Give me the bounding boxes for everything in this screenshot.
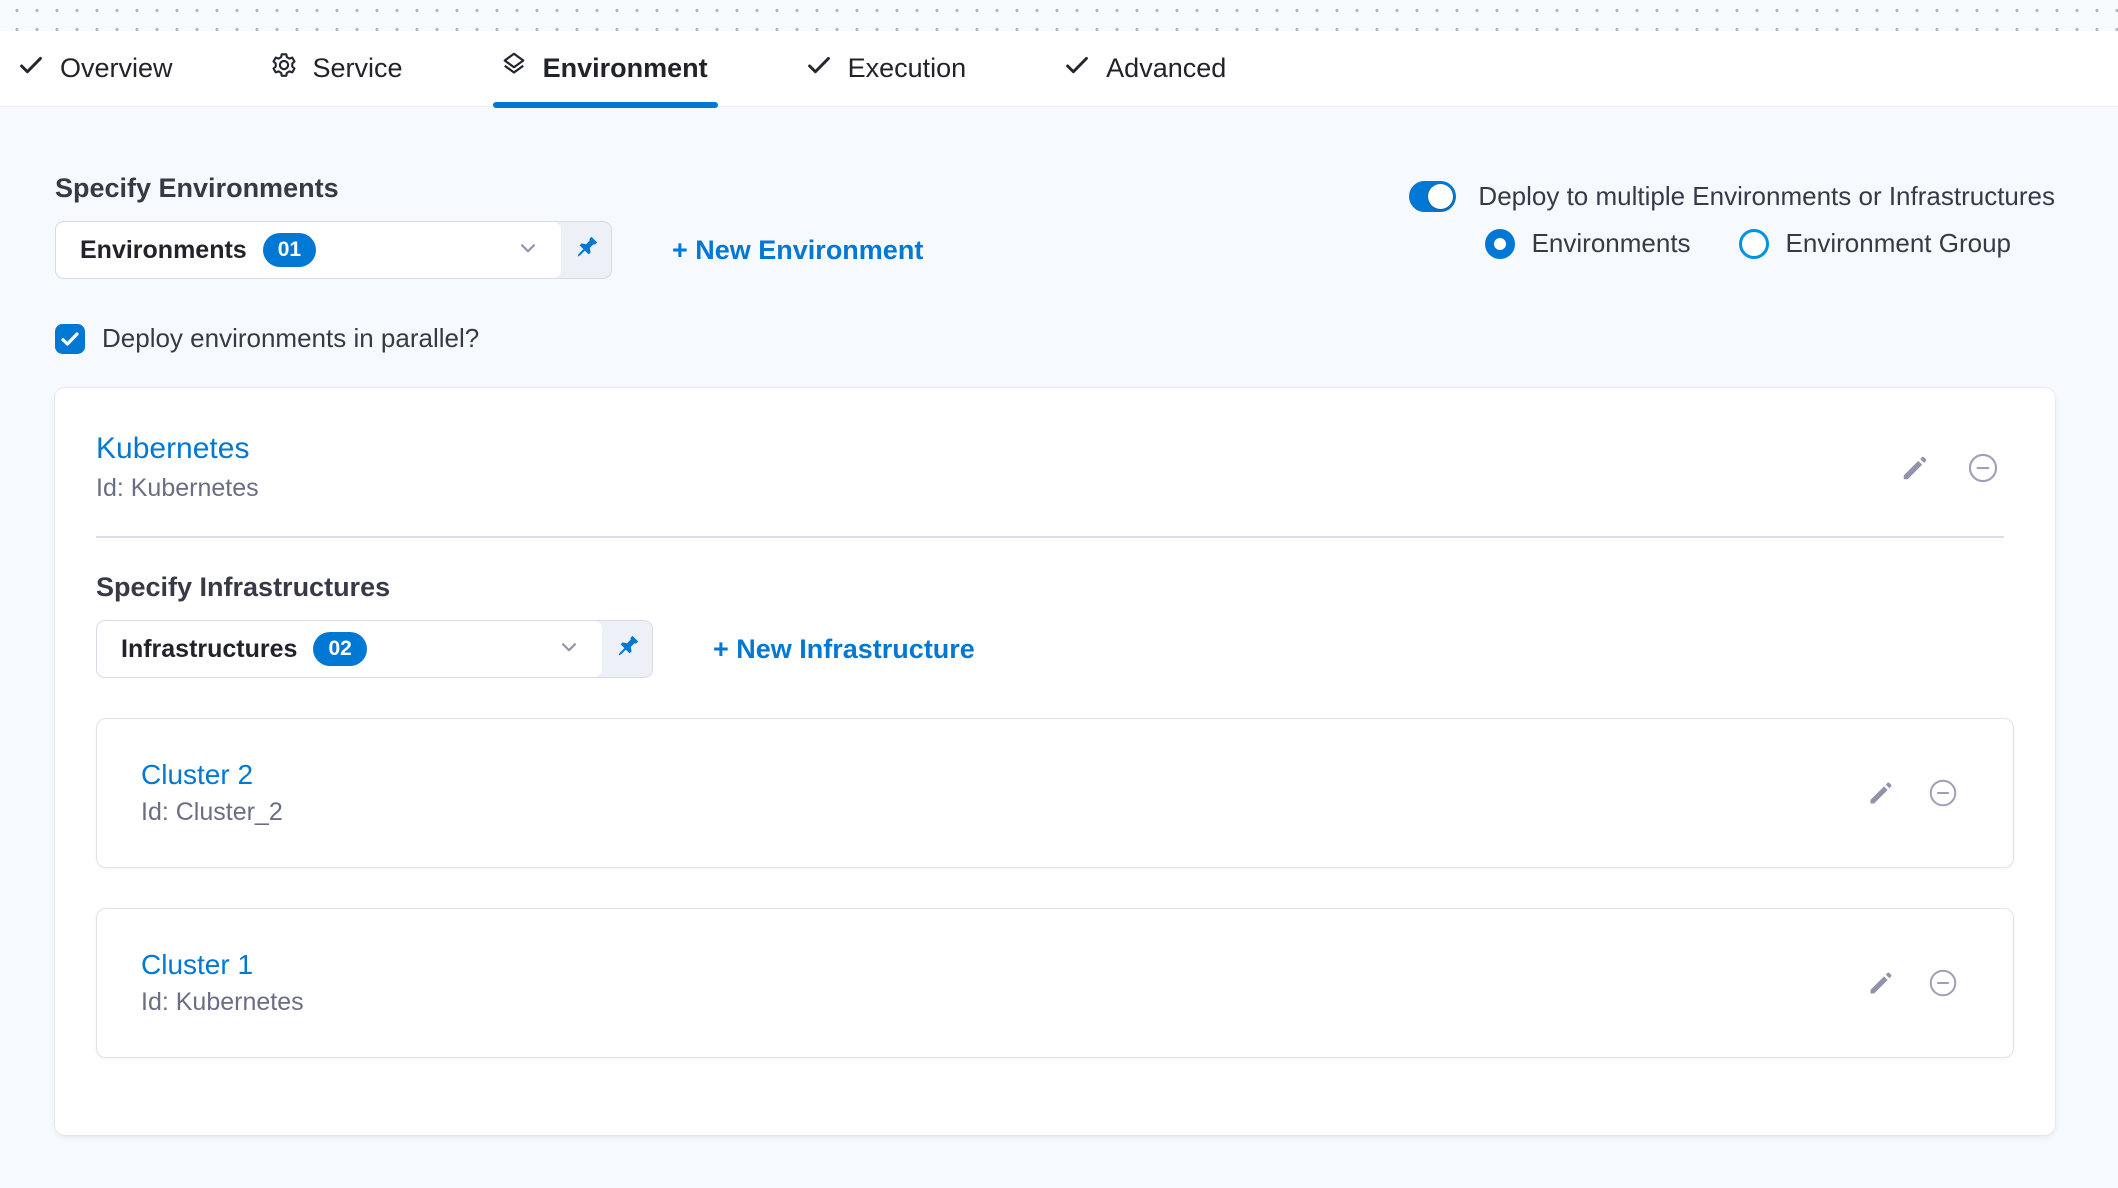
specify-environments-heading: Specify Environments	[55, 173, 923, 204]
new-infrastructure-link[interactable]: + New Infrastructure	[713, 634, 975, 665]
infrastructures-dropdown[interactable]: Infrastructures 02	[97, 621, 602, 677]
environment-name-link[interactable]: Kubernetes	[96, 432, 259, 466]
multi-deploy-toggle[interactable]	[1409, 181, 1456, 212]
chevron-down-icon	[556, 634, 582, 665]
edit-infrastructure-button[interactable]	[1867, 969, 1895, 997]
tab-advanced[interactable]: Advanced	[1062, 31, 1226, 107]
multi-deploy-label: Deploy to multiple Environments or Infra…	[1478, 181, 2055, 212]
infrastructure-name-link[interactable]: Cluster 2	[141, 759, 283, 791]
radio-label: Environments	[1532, 228, 1691, 259]
pencil-icon	[1900, 453, 1930, 483]
minus-circle-icon	[1927, 967, 1959, 999]
pipeline-canvas-dotted-background	[0, 0, 2118, 31]
remove-infrastructure-button[interactable]	[1927, 967, 1959, 999]
chevron-down-icon	[515, 235, 541, 266]
environment-card: Kubernetes Id: Kubernetes Specify In	[55, 388, 2055, 1135]
check-icon	[16, 50, 46, 87]
radio-environments[interactable]: Environments	[1485, 228, 1691, 259]
radio-environment-group[interactable]: Environment Group	[1739, 228, 2011, 259]
environments-dropdown-label: Environments	[80, 236, 247, 265]
infrastructures-dropdown-label: Infrastructures	[121, 635, 297, 664]
tab-label: Advanced	[1106, 53, 1226, 84]
card-divider	[96, 536, 2004, 538]
infrastructures-count-badge: 02	[313, 632, 366, 665]
pin-infrastructures-button[interactable]	[602, 621, 652, 677]
new-environment-link[interactable]: + New Environment	[672, 235, 923, 266]
edit-environment-button[interactable]	[1900, 453, 1930, 483]
radio-selected-icon	[1485, 229, 1515, 259]
minus-circle-icon	[1966, 451, 2000, 485]
infrastructure-info: Cluster 1 Id: Kubernetes	[141, 949, 304, 1017]
radio-label: Environment Group	[1786, 228, 2011, 259]
tab-execution[interactable]: Execution	[804, 31, 967, 107]
infrastructure-card-cluster-1: Cluster 1 Id: Kubernetes	[96, 908, 2014, 1058]
environment-icon	[499, 50, 529, 87]
active-tab-underline	[493, 102, 718, 108]
environments-select-wrap: Environments 01	[55, 221, 612, 279]
multi-deploy-block: Deploy to multiple Environments or Infra…	[1409, 173, 2055, 259]
environment-id: Id: Kubernetes	[96, 474, 259, 503]
infrastructure-card-cluster-2: Cluster 2 Id: Cluster_2	[96, 718, 2014, 868]
environment-card-info: Kubernetes Id: Kubernetes	[96, 432, 259, 503]
toggle-knob	[1428, 184, 1453, 209]
deploy-parallel-label: Deploy environments in parallel?	[102, 323, 479, 354]
check-icon	[1062, 50, 1092, 87]
tab-label: Execution	[848, 53, 967, 84]
gear-icon	[269, 50, 299, 87]
tab-environment[interactable]: Environment	[499, 31, 708, 107]
environments-dropdown[interactable]: Environments 01	[56, 222, 561, 278]
infrastructure-id: Id: Kubernetes	[141, 988, 304, 1017]
remove-environment-button[interactable]	[1966, 451, 2000, 485]
minus-circle-icon	[1927, 777, 1959, 809]
environment-tab-content: Specify Environments Environments 01	[0, 107, 2118, 1135]
specify-environments-block: Specify Environments Environments 01	[55, 173, 923, 279]
tab-label: Overview	[60, 53, 173, 84]
pencil-icon	[1867, 969, 1895, 997]
radio-unselected-icon	[1739, 229, 1769, 259]
tab-label: Service	[313, 53, 403, 84]
remove-infrastructure-button[interactable]	[1927, 777, 1959, 809]
check-icon	[804, 50, 834, 87]
environments-count-badge: 01	[263, 233, 316, 266]
tab-overview[interactable]: Overview	[16, 31, 173, 107]
pin-icon	[612, 632, 642, 667]
deploy-parallel-checkbox[interactable]	[55, 324, 85, 354]
infrastructure-info: Cluster 2 Id: Cluster_2	[141, 759, 283, 827]
edit-infrastructure-button[interactable]	[1867, 779, 1895, 807]
pencil-icon	[1867, 779, 1895, 807]
pin-icon	[571, 233, 601, 268]
specify-infrastructures-heading: Specify Infrastructures	[96, 572, 2014, 603]
tab-label: Environment	[543, 53, 708, 84]
infrastructure-id: Id: Cluster_2	[141, 798, 283, 827]
infrastructures-select-wrap: Infrastructures 02	[96, 620, 653, 678]
infrastructure-name-link[interactable]: Cluster 1	[141, 949, 304, 981]
stage-tab-bar: Overview Service Environment Execution	[0, 31, 2118, 107]
tab-service[interactable]: Service	[269, 31, 403, 107]
pin-environments-button[interactable]	[561, 222, 611, 278]
